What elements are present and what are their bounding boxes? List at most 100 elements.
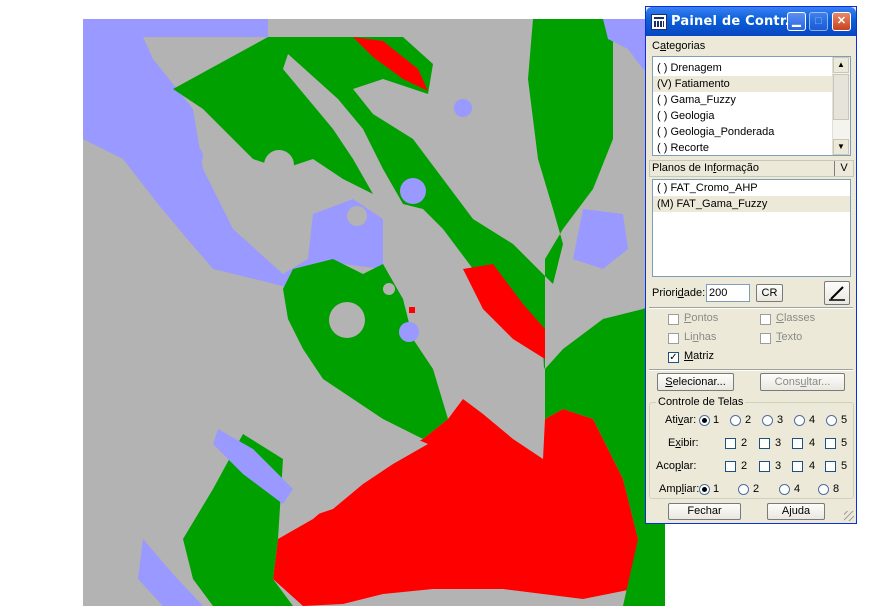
acoplar-checkbox-5[interactable] (825, 461, 836, 472)
acoplar-option-label: 2 (741, 460, 748, 472)
categorias-scrollbar[interactable]: ▲ ▼ (832, 57, 850, 155)
ativar-option-label: 3 (777, 414, 784, 426)
map-canvas[interactable] (83, 19, 665, 606)
control-panel-window: Painel de Contr... ▁ □ ✕ Categorias ( ) … (645, 6, 857, 524)
prioridade-input[interactable]: 200 (706, 284, 750, 302)
categoria-item-geologia-ponderada[interactable]: ( ) Geologia_Ponderada (653, 124, 833, 140)
exibir-checkbox-2[interactable] (725, 438, 736, 449)
ativar-radio-4[interactable] (794, 415, 805, 426)
categoria-item-drenagem[interactable]: ( ) Drenagem (653, 60, 833, 76)
ativar-radio-1[interactable] (699, 415, 710, 426)
gray-circle (347, 206, 367, 226)
exibir-option-label: 2 (741, 437, 748, 449)
resize-grip[interactable] (844, 511, 854, 521)
plano-item-fat-gama-fuzzy[interactable]: (M) FAT_Gama_Fuzzy (653, 196, 850, 212)
ajuda-button[interactable]: Ajuda (767, 503, 825, 520)
ampliar-radio-4[interactable] (779, 484, 790, 495)
close-icon: ✕ (836, 15, 847, 27)
ativar-radio-2[interactable] (730, 415, 741, 426)
ampliar-option-label: 2 (753, 483, 760, 495)
selecionar-button[interactable]: Selecionar... (657, 373, 734, 391)
separator (649, 307, 853, 309)
acoplar-option-label: 5 (841, 460, 848, 472)
lavender-circle (183, 146, 203, 166)
gray-circle (235, 187, 275, 227)
arrow-up-icon: ▲ (837, 60, 845, 69)
window-title: Painel de Contr... (671, 14, 801, 29)
cr-button[interactable]: CR (756, 284, 783, 302)
pontos-checkbox[interactable] (668, 314, 679, 325)
categoria-item-geologia[interactable]: ( ) Geologia (653, 108, 833, 124)
scroll-thumb[interactable] (833, 74, 849, 120)
linhas-label: Linhas (684, 331, 717, 343)
controle-telas-title: Controle de Telas (656, 396, 746, 408)
app-icon (651, 14, 667, 30)
pontos-label: Pontos (684, 312, 719, 324)
texto-label: Texto (776, 331, 803, 343)
ativar-label: Ativar: (665, 414, 697, 426)
ampliar-option-label: 1 (713, 483, 720, 495)
plano-item-fat-cromo-ahp[interactable]: ( ) FAT_Cromo_AHP (653, 180, 850, 196)
categorias-listbox[interactable]: ( ) Drenagem (V) Fatiamento ( ) Gama_Fuz… (652, 56, 851, 156)
planos-header: Planos de Informação V (649, 160, 854, 177)
lavender-circle (400, 178, 426, 204)
consultar-button[interactable]: Consultar... (760, 373, 845, 391)
title-bar[interactable]: Painel de Contr... ▁ □ ✕ (646, 7, 856, 36)
exibir-option-label: 4 (809, 437, 816, 449)
acoplar-checkbox-4[interactable] (792, 461, 803, 472)
gray-circle (264, 150, 294, 180)
ampliar-option-label: 8 (833, 483, 840, 495)
exibir-label: Exibir: (668, 437, 699, 449)
planos-listbox[interactable]: ( ) FAT_Cromo_AHP (M) FAT_Gama_Fuzzy (652, 179, 851, 277)
acoplar-option-label: 4 (809, 460, 816, 472)
planos-visual-toggle[interactable]: V (834, 161, 853, 176)
linhas-checkbox[interactable] (668, 333, 679, 344)
scroll-up-button[interactable]: ▲ (833, 57, 849, 73)
minimize-icon: ▁ (792, 15, 801, 27)
categoria-item-gama-fuzzy[interactable]: ( ) Gama_Fuzzy (653, 92, 833, 108)
categoria-item-fatiamento[interactable]: (V) Fatiamento (653, 76, 833, 92)
exibir-checkbox-5[interactable] (825, 438, 836, 449)
gray-circle (329, 302, 365, 338)
ampliar-radio-8[interactable] (818, 484, 829, 495)
exibir-checkbox-3[interactable] (759, 438, 770, 449)
categorias-label: Categorias (652, 40, 706, 52)
acoplar-label: Acoplar: (656, 460, 697, 472)
lavender-circle (454, 99, 472, 117)
acoplar-option-label: 3 (775, 460, 782, 472)
ampliar-option-label: 4 (794, 483, 801, 495)
ativar-option-label: 5 (841, 414, 848, 426)
texto-checkbox[interactable] (760, 333, 771, 344)
close-button[interactable]: ✕ (832, 12, 851, 31)
fechar-button[interactable]: Fechar (668, 503, 741, 520)
gray-circle (383, 283, 395, 295)
arrow-down-icon: ▼ (837, 142, 845, 151)
ampliar-label: Ampliar: (659, 483, 700, 495)
checkmark-icon: ✓ (669, 352, 678, 363)
maximize-button[interactable]: □ (809, 12, 828, 31)
planos-label: Planos de Informação (652, 162, 760, 174)
matriz-label: Matriz (684, 350, 714, 362)
exibir-checkbox-4[interactable] (792, 438, 803, 449)
pencil-icon (829, 286, 845, 301)
maximize-icon: □ (815, 15, 822, 27)
red-spot (409, 307, 415, 313)
lavender-circle (399, 322, 419, 342)
color-edit-button[interactable] (824, 281, 850, 305)
ampliar-radio-2[interactable] (738, 484, 749, 495)
categoria-item-recorte[interactable]: ( ) Recorte (653, 140, 833, 155)
minimize-button[interactable]: ▁ (787, 12, 806, 31)
ativar-radio-5[interactable] (826, 415, 837, 426)
exibir-option-label: 3 (775, 437, 782, 449)
thematic-raster (83, 19, 665, 606)
matriz-checkbox[interactable]: ✓ (668, 352, 679, 363)
ampliar-radio-1[interactable] (699, 484, 710, 495)
prioridade-label: Prioridade: (652, 287, 706, 299)
acoplar-checkbox-3[interactable] (759, 461, 770, 472)
ativar-option-label: 2 (745, 414, 752, 426)
ativar-option-label: 4 (809, 414, 816, 426)
classes-checkbox[interactable] (760, 314, 771, 325)
acoplar-checkbox-2[interactable] (725, 461, 736, 472)
scroll-down-button[interactable]: ▼ (833, 139, 849, 155)
ativar-radio-3[interactable] (762, 415, 773, 426)
